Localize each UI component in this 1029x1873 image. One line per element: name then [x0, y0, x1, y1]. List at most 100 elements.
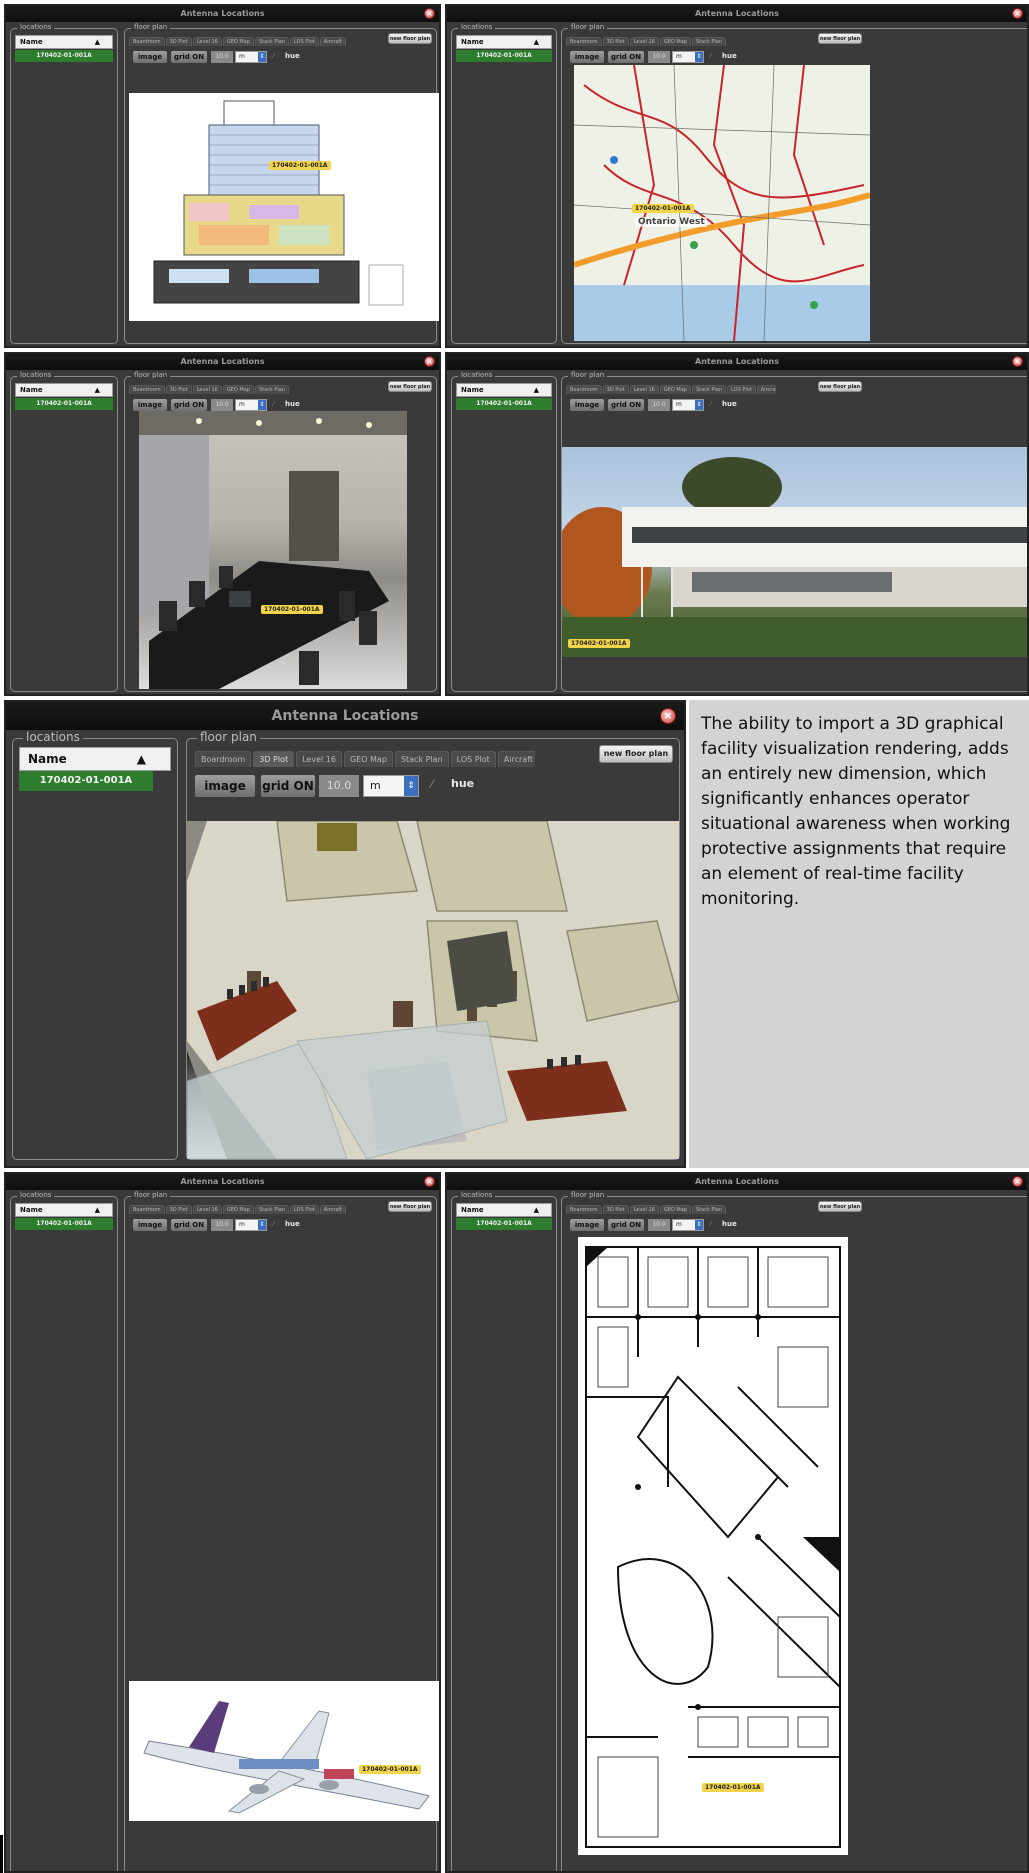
tab-aircraft[interactable]: Aircraft	[756, 385, 776, 394]
tab-boardroom[interactable]: Boardroom	[129, 385, 165, 394]
image-button[interactable]: image	[133, 1219, 167, 1231]
tab-level-16[interactable]: Level 16	[629, 385, 659, 394]
tab-stack-plan[interactable]: Stack Plan	[254, 1205, 290, 1214]
tab-stack-plan[interactable]: Stack Plan	[691, 1205, 726, 1214]
tab-level-16[interactable]: Level 16	[192, 385, 222, 394]
close-icon[interactable]: ×	[1012, 1176, 1023, 1187]
tab-geo-map[interactable]: GEO Map	[659, 1205, 691, 1214]
image-button[interactable]: image	[133, 399, 167, 411]
unit-select[interactable]: m ⇕	[235, 1219, 267, 1231]
name-column-header[interactable]: Name ▲	[15, 35, 113, 49]
image-button[interactable]: image	[570, 399, 604, 411]
tab-3d-plot[interactable]: 3D Plot	[602, 1205, 629, 1214]
name-column-header[interactable]: Name ▲	[15, 383, 113, 397]
select-arrow-icon[interactable]: ⇕	[695, 52, 703, 62]
select-arrow-icon[interactable]: ⇕	[695, 400, 703, 410]
grid-toggle-button[interactable]: grid ON	[171, 399, 207, 411]
pin-icon[interactable]: ⁄	[710, 1220, 711, 1228]
image-button[interactable]: image	[195, 775, 255, 797]
close-icon[interactable]: ×	[1012, 8, 1023, 19]
tab-los-plot[interactable]: LOS Plot	[290, 1205, 319, 1214]
grid-toggle-button[interactable]: grid ON	[608, 1219, 644, 1231]
new-floor-plan-button[interactable]: new floor plan	[388, 33, 432, 44]
name-column-header[interactable]: Name ▲	[456, 1203, 552, 1217]
boardroom-photo[interactable]: 170402-01-001A	[139, 411, 407, 689]
tab-level-16[interactable]: Level 16	[192, 37, 222, 46]
antenna-location-tag[interactable]: 170402-01-001A	[702, 1783, 764, 1792]
grid-size-field[interactable]: 10.0	[211, 1219, 233, 1231]
tab-aircraft[interactable]: Aircraft	[319, 37, 347, 46]
name-column-header[interactable]: Name ▲	[19, 747, 171, 771]
name-column-header[interactable]: Name ▲	[456, 383, 552, 397]
location-row[interactable]: 170402-01-001A	[19, 771, 153, 791]
tab-geo-map[interactable]: GEO Map	[222, 385, 254, 394]
sort-ascending-icon[interactable]: ▲	[95, 384, 100, 396]
select-arrow-icon[interactable]: ⇕	[695, 1220, 703, 1230]
pin-icon[interactable]: ⁄	[273, 400, 274, 408]
grid-toggle-button[interactable]: grid ON	[608, 51, 644, 63]
tab-3d-plot[interactable]: 3D Plot	[165, 37, 192, 46]
image-button[interactable]: image	[133, 51, 167, 63]
new-floor-plan-button[interactable]: new floor plan	[388, 1201, 432, 1212]
tab-los-plot[interactable]: LOS Plot	[450, 751, 496, 767]
unit-select[interactable]: m ⇕	[363, 775, 419, 797]
antenna-location-tag[interactable]: 170402-01-001A	[269, 161, 331, 170]
tab-geo-map[interactable]: GEO Map	[659, 37, 691, 46]
antenna-location-tag[interactable]: 170402-01-001A	[632, 204, 694, 213]
tab-level-16[interactable]: Level 16	[629, 1205, 659, 1214]
select-arrow-icon[interactable]: ⇕	[258, 1220, 266, 1230]
tab-3d-plot[interactable]: 3D Plot	[165, 385, 192, 394]
sort-ascending-icon[interactable]: ▲	[137, 748, 146, 770]
tab-geo-map[interactable]: GEO Map	[222, 37, 254, 46]
location-row[interactable]: 170402-01-001A	[15, 1218, 113, 1230]
tab-los-plot[interactable]: LOS Plot	[727, 385, 756, 394]
aircraft-image[interactable]: 170402-01-001A	[129, 1681, 439, 1821]
tab-geo-map[interactable]: GEO Map	[659, 385, 691, 394]
tab-aircraft[interactable]: Aircraft	[497, 751, 535, 767]
tab-stack-plan[interactable]: Stack Plan	[691, 37, 726, 46]
select-arrow-icon[interactable]: ⇕	[258, 400, 266, 410]
location-row[interactable]: 170402-01-001A	[15, 398, 113, 410]
tab-los-plot[interactable]: LOS Plot	[290, 37, 319, 46]
grid-toggle-button[interactable]: grid ON	[171, 1219, 207, 1231]
grid-size-field[interactable]: 10.0	[319, 775, 359, 797]
sort-ascending-icon[interactable]: ▲	[534, 1204, 539, 1216]
new-floor-plan-button[interactable]: new floor plan	[818, 33, 862, 44]
tab-boardroom[interactable]: Boardroom	[566, 37, 602, 46]
antenna-location-tag[interactable]: 170402-01-001A	[261, 605, 323, 614]
tab-geo-map[interactable]: GEO Map	[343, 751, 393, 767]
tab-boardroom[interactable]: Boardroom	[566, 385, 602, 394]
building-exterior-photo[interactable]: 170402-01-001A	[562, 447, 1027, 657]
sort-ascending-icon[interactable]: ▲	[95, 36, 100, 48]
pin-icon[interactable]: ⁄	[273, 1220, 274, 1228]
tab-stack-plan[interactable]: Stack Plan	[254, 385, 289, 394]
tab-boardroom[interactable]: Boardroom	[129, 1205, 165, 1214]
pin-icon[interactable]: ⁄	[273, 52, 274, 60]
select-arrow-icon[interactable]: ⇕	[258, 52, 266, 62]
geo-map-image[interactable]: 170402-01-001A Ontario West	[574, 65, 870, 341]
new-floor-plan-button[interactable]: new floor plan	[388, 381, 432, 392]
new-floor-plan-button[interactable]: new floor plan	[818, 381, 862, 392]
image-button[interactable]: image	[570, 1219, 604, 1231]
tab-stack-plan[interactable]: Stack Plan	[394, 751, 449, 767]
grid-toggle-button[interactable]: grid ON	[608, 399, 644, 411]
location-row[interactable]: 170402-01-001A	[456, 50, 552, 62]
close-icon[interactable]: ×	[424, 356, 435, 367]
tab-boardroom[interactable]: Boardroom	[195, 751, 252, 767]
sort-ascending-icon[interactable]: ▲	[95, 1204, 100, 1216]
tab-boardroom[interactable]: Boardroom	[566, 1205, 602, 1214]
tab-level-16[interactable]: Level 16	[629, 37, 659, 46]
location-row[interactable]: 170402-01-001A	[456, 1218, 552, 1230]
antenna-location-tag[interactable]: 170402-01-001A	[359, 1765, 421, 1774]
tab-3d-plot[interactable]: 3D Plot	[602, 385, 629, 394]
tab-3d-plot[interactable]: 3D Plot	[602, 37, 629, 46]
grid-size-field[interactable]: 10.0	[648, 51, 670, 63]
new-floor-plan-button[interactable]: new floor plan	[818, 1201, 862, 1212]
select-arrow-icon[interactable]: ⇕	[404, 776, 418, 796]
close-icon[interactable]: ×	[424, 1176, 435, 1187]
pin-icon[interactable]: ⁄	[710, 52, 711, 60]
level-16-floor-plan[interactable]: 170402-01-001A	[578, 1237, 848, 1855]
close-icon[interactable]: ×	[424, 8, 435, 19]
unit-select[interactable]: m ⇕	[235, 51, 267, 63]
grid-size-field[interactable]: 10.0	[211, 399, 233, 411]
